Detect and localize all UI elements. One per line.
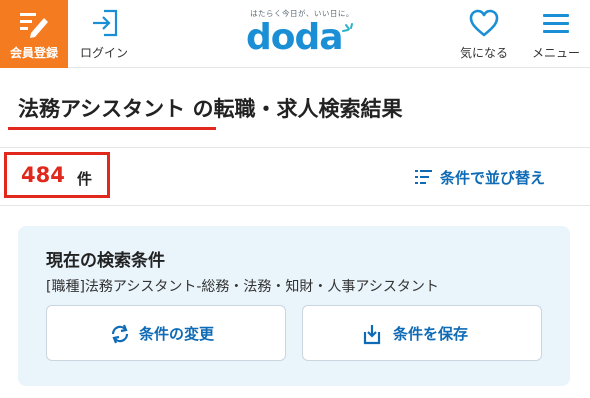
change-conditions-button[interactable]: 条件の変更 [46, 305, 286, 361]
divider [0, 147, 590, 148]
conditions-summary: [職種]法務アシスタント-総務・法務・知財・人事アシスタント [46, 279, 439, 295]
login-button[interactable]: ログイン [72, 0, 136, 68]
login-arrow-icon [93, 9, 118, 37]
sort-label: 条件で並び替え [440, 169, 546, 187]
signup-label: 会員登録 [9, 46, 58, 60]
sort-button[interactable]: 条件で並び替え [410, 162, 570, 192]
signup-button[interactable]: 会員登録 [0, 0, 68, 68]
refresh-icon [111, 324, 129, 344]
doda-logo[interactable]: はたらく今日が、いい日に。 doda [240, 8, 360, 60]
result-count-unit: 件 [77, 170, 93, 188]
pencil-list-icon [20, 13, 48, 38]
sort-list-icon [415, 170, 432, 184]
sparkle-icon [342, 23, 353, 32]
conditions-heading: 現在の検索条件 [46, 251, 165, 271]
heart-icon [469, 9, 499, 37]
result-count: 484 [21, 163, 65, 187]
logo-wordmark: doda [246, 17, 344, 58]
favorites-label: 気になる [459, 46, 508, 60]
page-title: 法務アシスタント の転職・求人検索結果 [18, 97, 403, 121]
login-label: ログイン [79, 46, 128, 60]
menu-label: メニュー [531, 46, 580, 60]
divider [0, 205, 590, 206]
site-header: 会員登録 ログイン はたらく今日が、いい日に。 doda 気になる メニュー [0, 0, 590, 68]
title-highlight-underline [8, 127, 216, 130]
change-conditions-label: 条件の変更 [139, 325, 215, 343]
result-count-box: 484 件 [4, 152, 110, 198]
favorites-button[interactable]: 気になる [452, 0, 516, 68]
save-conditions-button[interactable]: 条件を保存 [302, 305, 542, 361]
hamburger-icon [543, 14, 569, 33]
download-icon [363, 325, 381, 345]
save-conditions-label: 条件を保存 [393, 325, 469, 343]
current-conditions-panel: 現在の検索条件 [職種]法務アシスタント-総務・法務・知財・人事アシスタント 条… [18, 226, 570, 386]
menu-button[interactable]: メニュー [524, 0, 588, 68]
